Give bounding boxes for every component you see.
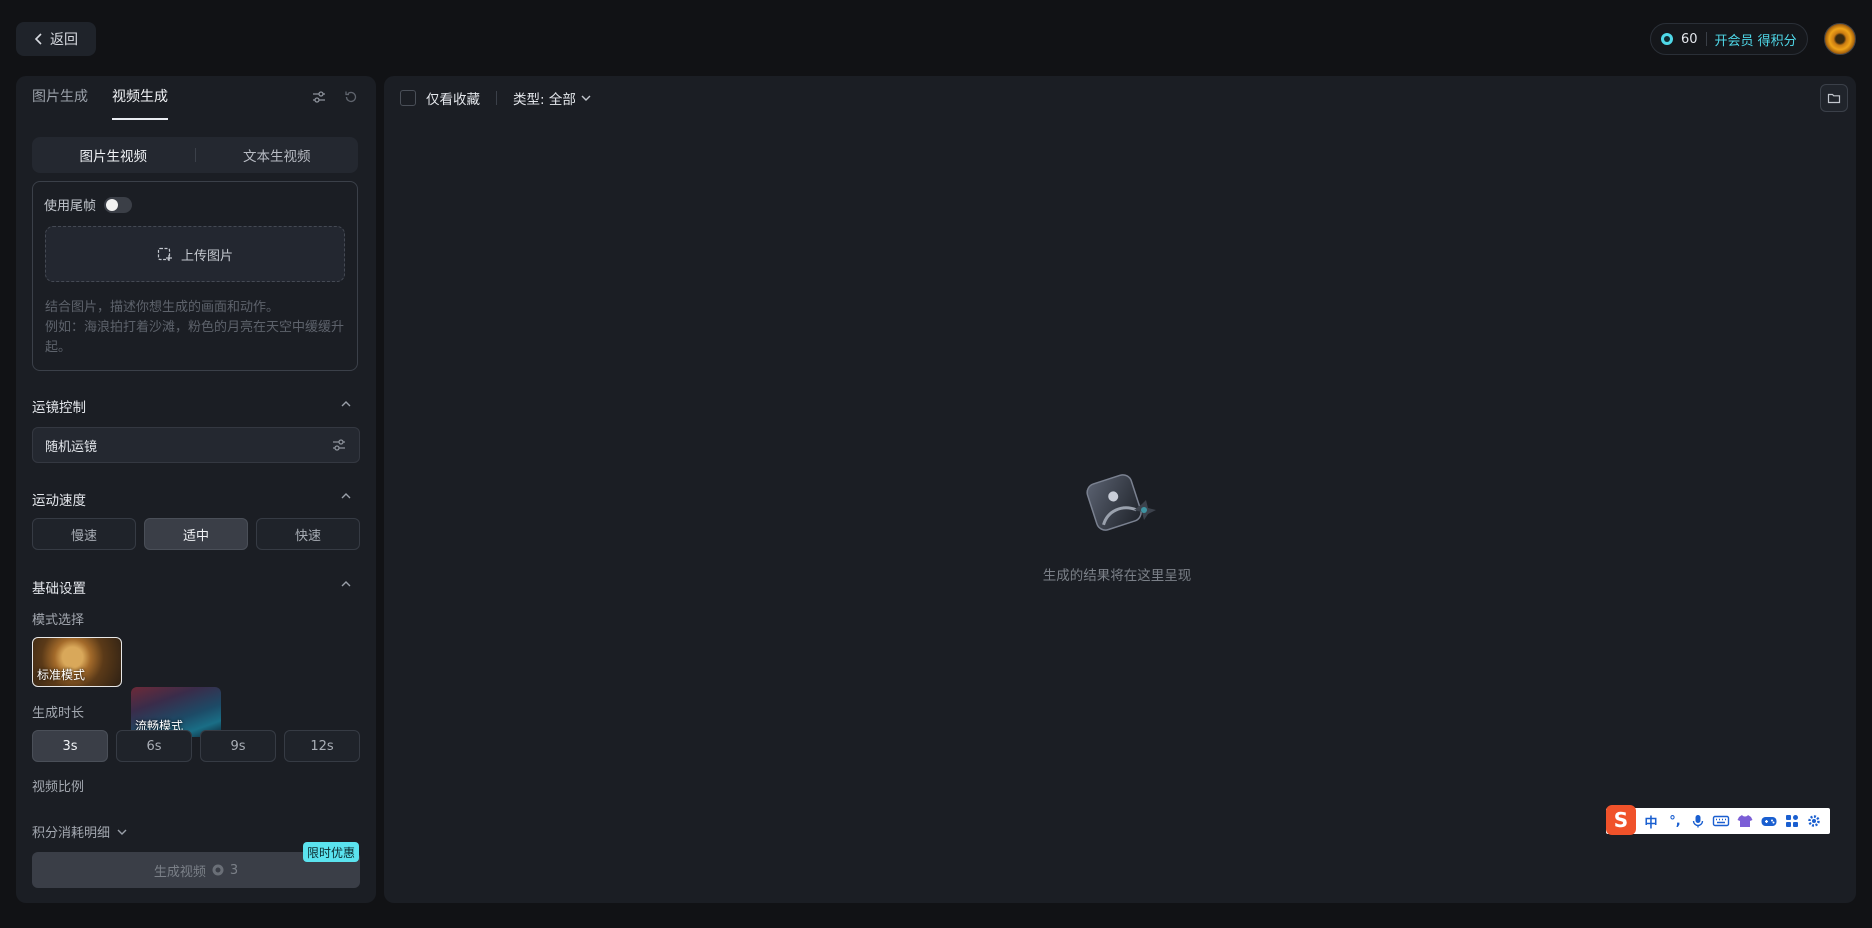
chevron-up-icon[interactable] (340, 490, 352, 502)
ime-punctuation[interactable]: °, (1666, 814, 1684, 829)
avatar[interactable] (1824, 23, 1856, 55)
shirt-icon[interactable] (1736, 813, 1754, 829)
tab-image-generation[interactable]: 图片生成 (32, 86, 88, 120)
cost-detail-label: 积分消耗明细 (32, 826, 111, 841)
tab-image-to-video[interactable]: 图片生视频 (32, 145, 195, 165)
prompt-placeholder-line2: 例如：海浪拍打着沙滩，粉色的月亮在天空中缓缓升起。 (45, 320, 345, 355)
empty-state-text: 生成的结果将在这里呈现 (1042, 568, 1192, 584)
mic-icon[interactable] (1690, 813, 1706, 829)
membership-link[interactable]: 开会员 得积分 (1715, 30, 1797, 49)
generate-label: 生成视频 (153, 864, 206, 880)
empty-state-icon (1086, 474, 1156, 531)
folder-icon (1827, 93, 1841, 104)
results-toolbar: 仅看收藏 类型: 全部 (400, 88, 592, 108)
tail-frame-label: 使用尾帧 (44, 199, 97, 214)
reset-icon[interactable] (342, 88, 360, 106)
apps-icon[interactable] (1784, 813, 1800, 829)
upload-image-button[interactable]: 上传图片 (45, 226, 345, 282)
tail-frame-toggle[interactable] (104, 196, 133, 213)
top-bar (0, 0, 1872, 76)
sliders-icon[interactable] (310, 88, 328, 106)
back-label: 返回 (50, 32, 78, 48)
speed-title: 运动速度 (32, 493, 86, 509)
duration-9s-button[interactable]: 9s (200, 730, 276, 762)
speed-slow-button[interactable]: 慢速 (32, 518, 136, 550)
gamepad-icon[interactable] (1760, 813, 1778, 829)
panel-actions (310, 88, 360, 106)
divider (1705, 32, 1707, 46)
mode-label: 模式选择 (32, 613, 85, 628)
duration-label: 生成时长 (32, 706, 85, 721)
coin-icon (212, 864, 224, 876)
chevron-up-icon[interactable] (340, 398, 352, 410)
camera-value: 随机运镜 (45, 439, 98, 455)
gear-icon[interactable] (1806, 813, 1822, 829)
camera-control-title: 运镜控制 (32, 400, 86, 416)
camera-select[interactable]: 随机运镜 (32, 427, 360, 463)
type-filter[interactable]: 类型: 全部 (513, 88, 576, 108)
keyboard-icon[interactable] (1712, 813, 1730, 829)
folder-button[interactable] (1820, 84, 1848, 112)
speed-fast-button[interactable]: 快速 (256, 518, 360, 550)
speed-medium-button[interactable]: 适中 (144, 518, 248, 550)
ime-toolbar[interactable]: S 中 °, (1606, 805, 1830, 835)
ime-logo[interactable]: S (1606, 805, 1636, 835)
tab-video-generation[interactable]: 视频生成 (112, 86, 168, 120)
points-badge[interactable]: 60 开会员 得积分 (1650, 23, 1808, 55)
upload-label: 上传图片 (180, 248, 233, 264)
basic-settings-title: 基础设置 (32, 581, 86, 597)
tab-text-to-video[interactable]: 文本生视频 (196, 145, 359, 165)
ime-chinese-mode[interactable]: 中 (1642, 812, 1660, 831)
chevron-up-icon[interactable] (340, 578, 352, 590)
coin-icon (1661, 33, 1673, 45)
chevron-left-icon (34, 33, 42, 45)
generate-cost: 3 (229, 862, 239, 878)
promo-badge: 限时优惠 (303, 842, 360, 862)
chevron-down-icon (117, 829, 127, 835)
mode-standard-label: 标准模式 (37, 668, 86, 682)
prompt-input[interactable]: 结合图片，描述你想生成的画面和动作。 例如：海浪拍打着沙滩，粉色的月亮在天空中缓… (45, 298, 350, 358)
prompt-placeholder-line1: 结合图片，描述你想生成的画面和动作。 (45, 300, 280, 315)
tail-frame-row: 使用尾帧 (44, 195, 133, 214)
image-upload-icon (157, 247, 172, 261)
duration-6s-button[interactable]: 6s (116, 730, 192, 762)
sliders-icon (333, 439, 345, 451)
divider (496, 91, 497, 105)
back-button[interactable]: 返回 (16, 22, 96, 56)
favorites-checkbox[interactable] (400, 90, 416, 106)
generation-tabs: 图片生成 视频生成 (32, 86, 168, 120)
ratio-label: 视频比例 (32, 780, 85, 795)
points-value: 60 (1681, 31, 1698, 47)
chevron-down-icon[interactable] (580, 92, 592, 104)
duration-3s-button[interactable]: 3s (32, 730, 108, 762)
video-mode-switch: 图片生视频 文本生视频 (32, 137, 358, 173)
duration-12s-button[interactable]: 12s (284, 730, 360, 762)
favorites-label[interactable]: 仅看收藏 (426, 88, 480, 108)
mode-standard-card[interactable]: 标准模式 (32, 637, 122, 687)
cost-detail-toggle[interactable]: 积分消耗明细 (32, 822, 128, 841)
